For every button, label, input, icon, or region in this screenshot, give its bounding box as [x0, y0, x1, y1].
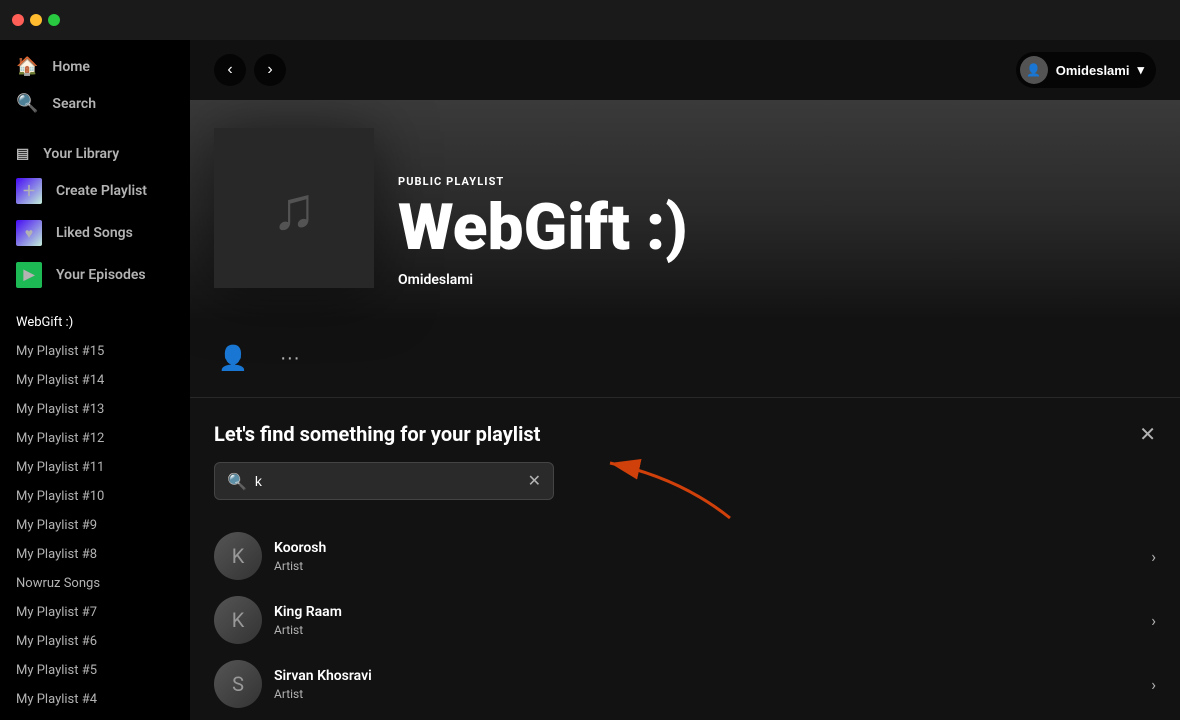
home-icon: 🏠: [16, 56, 38, 77]
your-episodes-item[interactable]: ▶ Your Episodes: [0, 254, 190, 296]
back-icon: ‹: [227, 61, 232, 79]
result-arrow-sirvan: ›: [1151, 675, 1156, 694]
traffic-lights: [12, 14, 60, 26]
sidebar-item-home[interactable]: 🏠 Home: [0, 48, 190, 85]
close-button[interactable]: [12, 14, 24, 26]
add-friend-button[interactable]: 👤: [214, 340, 252, 377]
clear-icon: ✕: [528, 473, 541, 490]
result-avatar-koorosh: K: [214, 532, 262, 580]
playlist-item-p11[interactable]: My Playlist #11: [0, 453, 190, 482]
result-info-sirvan: Sirvan Khosravi Artist: [274, 668, 1135, 701]
create-playlist-label: Create Playlist: [56, 183, 147, 199]
create-playlist-item[interactable]: ＋ Create Playlist: [0, 170, 190, 212]
app-body: 🏠 Home 🔍 Search ▤ Your Library ＋ Create …: [0, 40, 1180, 720]
result-avatar-king-raam: K: [214, 596, 262, 644]
close-search-button[interactable]: ✕: [1139, 422, 1156, 447]
result-item-king-raam[interactable]: K King Raam Artist ›: [190, 588, 1180, 652]
nav-arrows: ‹ ›: [214, 54, 286, 86]
result-sub-sirvan: Artist: [274, 687, 1135, 701]
search-icon: 🔍: [16, 93, 38, 114]
playlist-item-p5[interactable]: My Playlist #5: [0, 656, 190, 685]
search-heading: Let's find something for your playlist: [214, 422, 1156, 446]
liked-songs-item[interactable]: ♥ Liked Songs: [0, 212, 190, 254]
library-icon: ▤: [16, 146, 29, 162]
titlebar: [0, 0, 1180, 40]
search-input[interactable]: [255, 463, 528, 499]
playlist-item-p13[interactable]: My Playlist #13: [0, 395, 190, 424]
sirvan-avatar-placeholder: S: [214, 660, 262, 708]
playlist-type-label: PUBLIC PLAYLIST: [398, 175, 1156, 188]
minimize-button[interactable]: [30, 14, 42, 26]
result-item-sirvan[interactable]: S Sirvan Khosravi Artist ›: [190, 652, 1180, 716]
result-arrow-king-raam: ›: [1151, 611, 1156, 630]
result-name-king-raam: King Raam: [274, 604, 1135, 620]
search-bar-icon: 🔍: [227, 472, 247, 491]
main-content: ‹ › 👤 Omideslami ▾ ♫ PUBLIC PLAYLIST: [190, 40, 1180, 720]
result-info-king-raam: King Raam Artist: [274, 604, 1135, 637]
more-options-button[interactable]: ···: [276, 343, 304, 374]
playlist-item-p12[interactable]: My Playlist #12: [0, 424, 190, 453]
liked-songs-label: Liked Songs: [56, 225, 133, 241]
sidebar: 🏠 Home 🔍 Search ▤ Your Library ＋ Create …: [0, 40, 190, 720]
hero-section: ♫ PUBLIC PLAYLIST WebGift :) Omideslami: [190, 100, 1180, 320]
playlist-item-p6[interactable]: My Playlist #6: [0, 627, 190, 656]
user-avatar: 👤: [1020, 56, 1048, 84]
playlist-item-p8[interactable]: My Playlist #8: [0, 540, 190, 569]
your-episodes-icon: ▶: [16, 262, 42, 288]
home-label: Home: [52, 59, 90, 75]
koorosh-avatar-placeholder: K: [214, 532, 262, 580]
more-dots-icon: ···: [280, 347, 300, 370]
library-label: Your Library: [43, 146, 119, 162]
back-button[interactable]: ‹: [214, 54, 246, 86]
search-label: Search: [52, 96, 96, 112]
king-raam-avatar-placeholder: K: [214, 596, 262, 644]
playlist-owner: Omideslami: [398, 272, 1156, 288]
topbar: ‹ › 👤 Omideslami ▾: [190, 40, 1180, 100]
result-item-koorosh[interactable]: K Koorosh Artist ›: [190, 524, 1180, 588]
forward-button[interactable]: ›: [254, 54, 286, 86]
add-friend-icon: 👤: [218, 344, 248, 373]
music-note-icon: ♫: [272, 173, 317, 244]
playlist-item-p9[interactable]: My Playlist #9: [0, 511, 190, 540]
liked-songs-icon: ♥: [16, 220, 42, 246]
playlist-cover: ♫: [214, 128, 374, 288]
result-arrow-koorosh: ›: [1151, 547, 1156, 566]
playlist-item-webgift[interactable]: WebGift :): [0, 308, 190, 337]
result-name-sirvan: Sirvan Khosravi: [274, 668, 1135, 684]
user-name: Omideslami: [1056, 63, 1130, 78]
create-playlist-icon: ＋: [16, 178, 42, 204]
search-bar: 🔍 ✕: [214, 462, 554, 500]
clear-search-button[interactable]: ✕: [528, 471, 541, 491]
playlist-item-p4[interactable]: My Playlist #4: [0, 685, 190, 714]
nav-section: 🏠 Home 🔍 Search: [0, 40, 190, 130]
result-avatar-sirvan: S: [214, 660, 262, 708]
search-section: Let's find something for your playlist 🔍…: [190, 398, 1180, 524]
playlist-title: WebGift :): [398, 196, 1156, 260]
playlist-item-p3[interactable]: My Playlist #3: [0, 714, 190, 720]
user-avatar-icon: 👤: [1026, 63, 1041, 77]
close-icon: ✕: [1139, 424, 1156, 446]
result-item-kalagheh[interactable]: K Kalagheh Domsiah Shohreh Shohreh Mix A…: [190, 716, 1180, 720]
your-library-item[interactable]: ▤ Your Library: [0, 138, 190, 170]
user-menu-button[interactable]: 👤 Omideslami ▾: [1016, 52, 1156, 88]
playlist-list: WebGift :) My Playlist #15 My Playlist #…: [0, 304, 190, 720]
maximize-button[interactable]: [48, 14, 60, 26]
sidebar-item-search[interactable]: 🔍 Search: [0, 85, 190, 122]
playlist-item-p15[interactable]: My Playlist #15: [0, 337, 190, 366]
results-list: K Koorosh Artist › K King Raam Artist ›: [190, 524, 1180, 720]
playlist-item-p10[interactable]: My Playlist #10: [0, 482, 190, 511]
forward-icon: ›: [267, 61, 272, 79]
result-info-koorosh: Koorosh Artist: [274, 540, 1135, 573]
hero-info: PUBLIC PLAYLIST WebGift :) Omideslami: [398, 175, 1156, 288]
playlist-item-p7[interactable]: My Playlist #7: [0, 598, 190, 627]
playlist-item-nowruz[interactable]: Nowruz Songs: [0, 569, 190, 598]
result-sub-koorosh: Artist: [274, 559, 1135, 573]
result-name-koorosh: Koorosh: [274, 540, 1135, 556]
playlist-item-p14[interactable]: My Playlist #14: [0, 366, 190, 395]
chevron-down-icon: ▾: [1137, 62, 1144, 78]
your-episodes-label: Your Episodes: [56, 267, 146, 283]
result-sub-king-raam: Artist: [274, 623, 1135, 637]
action-bar: 👤 ···: [190, 320, 1180, 398]
